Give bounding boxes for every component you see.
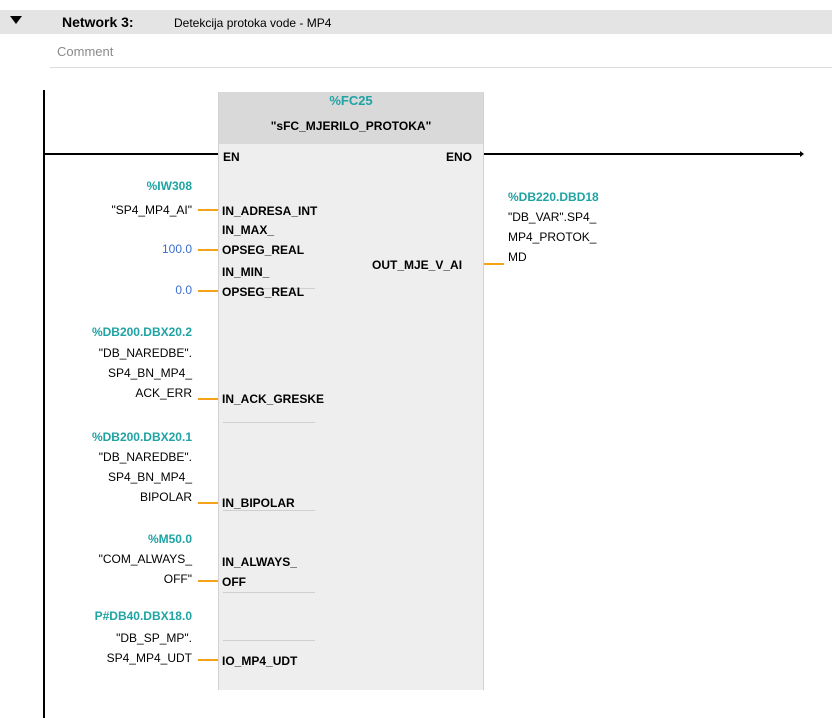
- operand-udt-symbol-line2[interactable]: SP4_MP4_UDT: [107, 650, 192, 666]
- operand-ack-symbol-line1[interactable]: "DB_NAREDBE".: [99, 345, 192, 361]
- operand-always-address[interactable]: %M50.0: [148, 531, 192, 547]
- pin-eno[interactable]: ENO: [446, 149, 472, 165]
- operand-bipolar-symbol-line1[interactable]: "DB_NAREDBE".: [99, 449, 192, 465]
- pin-io-mp4-udt[interactable]: IO_MP4_UDT: [222, 653, 297, 669]
- operand-udt-symbol-line1[interactable]: "DB_SP_MP".: [116, 630, 192, 646]
- block-name[interactable]: "sFC_MJERILO_PROTOKA": [219, 119, 483, 133]
- wire-out-mje[interactable]: [484, 263, 504, 265]
- wire-io-mp4[interactable]: [198, 659, 218, 661]
- eno-connection-line[interactable]: [484, 153, 802, 155]
- pin-separator: [223, 422, 315, 423]
- operand-address[interactable]: %IW308: [147, 178, 192, 194]
- pin-in-max-line2[interactable]: OPSEG_REAL: [222, 242, 304, 258]
- pin-in-adresa-int[interactable]: IN_ADRESA_INT: [222, 203, 317, 219]
- block-address[interactable]: %FC25: [219, 93, 483, 108]
- en-connection-line[interactable]: [43, 153, 218, 155]
- operand-udt-address[interactable]: P#DB40.DBX18.0: [95, 608, 192, 624]
- network-title[interactable]: Detekcija protoka vode - MP4: [174, 16, 331, 30]
- network-header[interactable]: Network 3: Detekcija protoka vode - MP4: [0, 10, 832, 34]
- operand-ack-symbol-line2[interactable]: SP4_BN_MP4_: [108, 365, 192, 381]
- pin-in-max-line1[interactable]: IN_MAX_: [222, 222, 274, 238]
- wire-in-adresa-int[interactable]: [198, 209, 218, 211]
- pin-separator: [223, 592, 315, 593]
- operand-constant-max[interactable]: 100.0: [162, 241, 192, 257]
- pin-en[interactable]: EN: [223, 149, 240, 165]
- wire-in-always[interactable]: [198, 580, 218, 582]
- pin-in-min-line1[interactable]: IN_MIN_: [222, 264, 269, 280]
- pin-in-bipolar[interactable]: IN_BIPOLAR: [222, 495, 295, 511]
- operand-output-symbol-line1[interactable]: "DB_VAR".SP4_: [508, 209, 596, 225]
- pin-separator: [223, 640, 315, 641]
- operand-ack-address[interactable]: %DB200.DBX20.2: [92, 324, 192, 340]
- network-number: Network 3:: [62, 14, 134, 30]
- function-block-header: %FC25 "sFC_MJERILO_PROTOKA": [219, 92, 483, 144]
- eno-arrow-icon: [800, 151, 804, 157]
- operand-output-address[interactable]: %DB220.DBD18: [508, 189, 599, 205]
- operand-bipolar-symbol-line2[interactable]: SP4_BN_MP4_: [108, 469, 192, 485]
- pin-in-ack-greske[interactable]: IN_ACK_GRESKE: [222, 391, 324, 407]
- wire-in-max[interactable]: [198, 249, 218, 251]
- operand-output-symbol-line3[interactable]: MD: [508, 249, 527, 265]
- pin-in-always-line2[interactable]: OFF: [222, 574, 246, 590]
- power-rail: [43, 90, 45, 718]
- operand-bipolar-symbol-line3[interactable]: BIPOLAR: [140, 489, 192, 505]
- wire-in-min[interactable]: [198, 290, 218, 292]
- pin-in-min-line2[interactable]: OPSEG_REAL: [222, 284, 304, 300]
- collapse-triangle-icon[interactable]: [10, 16, 22, 24]
- operand-output-symbol-line2[interactable]: MP4_PROTOK_: [508, 229, 596, 245]
- operand-bipolar-address[interactable]: %DB200.DBX20.1: [92, 429, 192, 445]
- operand-ack-symbol-line3[interactable]: ACK_ERR: [135, 385, 192, 401]
- operand-always-symbol-line2[interactable]: OFF": [164, 571, 192, 587]
- wire-in-bipolar[interactable]: [198, 502, 218, 504]
- pin-in-always-line1[interactable]: IN_ALWAYS_: [222, 554, 297, 570]
- operand-symbol[interactable]: "SP4_MP4_AI": [111, 202, 192, 218]
- operand-constant-min[interactable]: 0.0: [175, 282, 192, 298]
- operand-always-symbol-line1[interactable]: "COM_ALWAYS_: [99, 551, 192, 567]
- wire-in-ack[interactable]: [198, 398, 218, 400]
- pin-out-mje-v-ai[interactable]: OUT_MJE_V_AI: [372, 257, 462, 273]
- network-comment-field[interactable]: Comment: [50, 41, 832, 68]
